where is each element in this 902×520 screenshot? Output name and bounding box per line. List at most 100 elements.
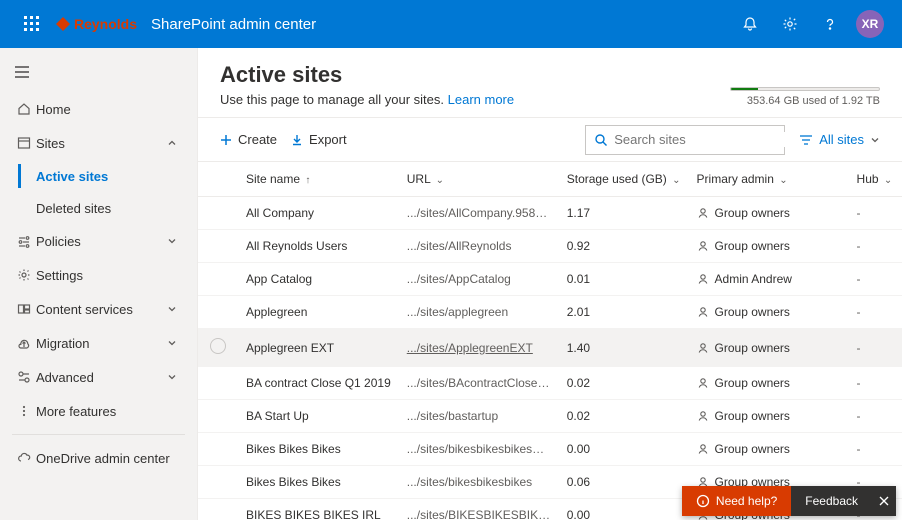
cell-site-name[interactable]: App Catalog: [238, 263, 399, 296]
table-row[interactable]: All Reynolds Users.../sites/AllReynolds0…: [198, 230, 902, 263]
cell-storage: 0.92: [559, 230, 689, 263]
app-launcher-icon[interactable]: [12, 0, 52, 48]
cell-site-name[interactable]: BIKES BIKES BIKES IRL: [238, 499, 399, 520]
nav-active-sites[interactable]: Active sites: [0, 160, 197, 192]
cell-admin[interactable]: Group owners: [689, 367, 849, 400]
cell-url[interactable]: .../sites/BIKESBIKESBIKESIRL: [399, 499, 559, 520]
need-help-button[interactable]: Need help?: [682, 486, 791, 516]
row-select[interactable]: [198, 230, 238, 263]
nav-content-services[interactable]: Content services: [0, 292, 197, 326]
app-title: SharePoint admin center: [151, 16, 316, 33]
person-icon: [697, 377, 709, 389]
nav-migration[interactable]: Migration: [0, 326, 197, 360]
user-avatar[interactable]: XR: [850, 0, 890, 48]
cell-url[interactable]: .../sites/AppCatalog: [399, 263, 559, 296]
col-hub[interactable]: Hub ⌄: [849, 162, 902, 197]
cell-site-name[interactable]: Applegreen: [238, 296, 399, 329]
row-select[interactable]: [198, 329, 238, 367]
nav-settings[interactable]: Settings: [0, 258, 197, 292]
row-select[interactable]: [198, 197, 238, 230]
col-site-name[interactable]: Site name ↑: [238, 162, 399, 197]
row-select[interactable]: [198, 499, 238, 520]
main-content: Active sites Use this page to manage all…: [198, 48, 902, 520]
nav-advanced[interactable]: Advanced: [0, 360, 197, 394]
close-icon[interactable]: [872, 486, 896, 516]
cell-admin[interactable]: Group owners: [689, 296, 849, 329]
table-row[interactable]: All Company.../sites/AllCompany.958571.b…: [198, 197, 902, 230]
cell-url[interactable]: .../sites/ApplegreenEXT: [399, 329, 559, 367]
checkbox-icon[interactable]: [210, 338, 226, 354]
cell-site-name[interactable]: All Reynolds Users: [238, 230, 399, 263]
table-row[interactable]: Applegreen EXT.../sites/ApplegreenEXT1.4…: [198, 329, 902, 367]
row-select[interactable]: [198, 400, 238, 433]
cell-site-name[interactable]: Bikes Bikes Bikes: [238, 433, 399, 466]
onedrive-icon: [12, 451, 36, 465]
cell-storage: 1.17: [559, 197, 689, 230]
search-input-wrapper[interactable]: [585, 125, 785, 155]
home-icon: [12, 102, 36, 116]
brand-logo-icon: [56, 17, 70, 31]
settings-icon[interactable]: [770, 0, 810, 48]
cell-url[interactable]: .../sites/AllReynolds: [399, 230, 559, 263]
nav-deleted-sites[interactable]: Deleted sites: [0, 192, 197, 224]
create-button[interactable]: Create: [220, 132, 277, 147]
cell-admin[interactable]: Group owners: [689, 433, 849, 466]
cell-url[interactable]: .../sites/bikesbikesbikes366: [399, 433, 559, 466]
nav-onedrive-admin[interactable]: OneDrive admin center: [0, 441, 197, 475]
nav-more-features[interactable]: More features: [0, 394, 197, 428]
cell-hub: -: [849, 367, 902, 400]
cell-site-name[interactable]: Applegreen EXT: [238, 329, 399, 367]
chevron-down-icon: [167, 236, 185, 246]
cell-admin[interactable]: Group owners: [689, 197, 849, 230]
view-filter[interactable]: All sites: [799, 132, 880, 147]
search-input[interactable]: [614, 132, 790, 147]
cell-site-name[interactable]: Bikes Bikes Bikes: [238, 466, 399, 499]
row-select[interactable]: [198, 433, 238, 466]
table-row[interactable]: BA Start Up.../sites/bastartup0.02Group …: [198, 400, 902, 433]
cell-site-name[interactable]: BA contract Close Q1 2019: [238, 367, 399, 400]
cell-site-name[interactable]: All Company: [238, 197, 399, 230]
export-button[interactable]: Export: [291, 132, 347, 147]
feedback-button[interactable]: Feedback: [791, 486, 872, 516]
cell-admin[interactable]: Group owners: [689, 329, 849, 367]
table-row[interactable]: Bikes Bikes Bikes.../sites/bikesbikesbik…: [198, 433, 902, 466]
cell-admin[interactable]: Admin Andrew: [689, 263, 849, 296]
nav-home[interactable]: Home: [0, 92, 197, 126]
table-row[interactable]: BA contract Close Q1 2019.../sites/BAcon…: [198, 367, 902, 400]
cell-url[interactable]: .../sites/BAcontractCloseQ12019: [399, 367, 559, 400]
cell-url[interactable]: .../sites/applegreen: [399, 296, 559, 329]
filter-icon: [799, 134, 813, 146]
notifications-icon[interactable]: [730, 0, 770, 48]
nav-toggle-icon[interactable]: [0, 52, 44, 92]
cell-hub: -: [849, 197, 902, 230]
cell-admin[interactable]: Group owners: [689, 230, 849, 263]
page-header: Active sites Use this page to manage all…: [198, 48, 902, 118]
cell-site-name[interactable]: BA Start Up: [238, 400, 399, 433]
learn-more-link[interactable]: Learn more: [448, 92, 514, 107]
row-select[interactable]: [198, 296, 238, 329]
cell-url[interactable]: .../sites/bikesbikesbikes: [399, 466, 559, 499]
row-select[interactable]: [198, 263, 238, 296]
table-row[interactable]: App Catalog.../sites/AppCatalog0.01Admin…: [198, 263, 902, 296]
cell-url[interactable]: .../sites/AllCompany.958571.bibczpuf: [399, 197, 559, 230]
cell-storage: 0.06: [559, 466, 689, 499]
table-row[interactable]: Applegreen.../sites/applegreen2.01Group …: [198, 296, 902, 329]
col-select: [198, 162, 238, 197]
nav-divider: [12, 434, 185, 435]
nav-policies[interactable]: Policies: [0, 224, 197, 258]
download-icon: [291, 134, 303, 146]
left-nav: Home Sites Active sites Deleted sites Po…: [0, 48, 198, 520]
help-icon[interactable]: [810, 0, 850, 48]
cell-url[interactable]: .../sites/bastartup: [399, 400, 559, 433]
col-primary-admin[interactable]: Primary admin ⌄: [689, 162, 849, 197]
col-storage[interactable]: Storage used (GB) ⌄: [559, 162, 689, 197]
row-select[interactable]: [198, 466, 238, 499]
col-url[interactable]: URL ⌄: [399, 162, 559, 197]
search-icon: [594, 133, 608, 147]
sites-table-wrapper[interactable]: Site name ↑ URL ⌄ Storage used (GB) ⌄ Pr…: [198, 162, 902, 520]
chevron-down-icon: ⌄: [436, 175, 444, 186]
cell-admin[interactable]: Group owners: [689, 400, 849, 433]
nav-sites[interactable]: Sites: [0, 126, 197, 160]
row-select[interactable]: [198, 367, 238, 400]
gear-icon: [12, 268, 36, 282]
